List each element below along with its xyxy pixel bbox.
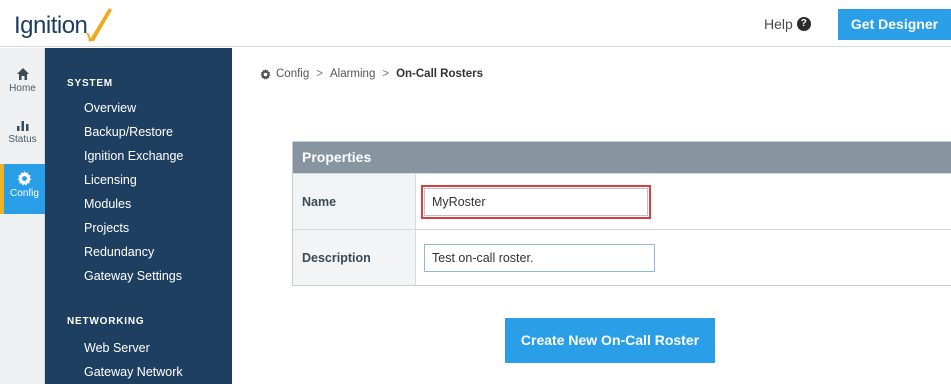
properties-title: Properties: [293, 142, 951, 173]
bar-chart-icon: [16, 121, 28, 131]
nav-item-backup-restore[interactable]: Backup/Restore: [84, 122, 173, 142]
description-row: Description: [293, 229, 951, 285]
rail-label-home: Home: [9, 83, 36, 94]
logo-swoosh-icon: [86, 8, 113, 42]
question-circle-icon: ?: [796, 17, 811, 31]
gear-icon: [260, 68, 271, 80]
nav-heading-networking: NETWORKING: [67, 316, 145, 327]
home-icon: [16, 68, 29, 80]
create-roster-button[interactable]: Create New On-Call Roster: [505, 318, 715, 363]
breadcrumb-separator: >: [382, 68, 390, 80]
nav-item-web-server[interactable]: Web Server: [84, 338, 150, 358]
breadcrumb-current: On-Call Rosters: [396, 68, 483, 80]
left-rail: Home Status Config: [0, 48, 45, 384]
help-link[interactable]: Help ?: [764, 15, 811, 33]
logo-text: Ignition: [14, 12, 88, 39]
nav-item-licensing[interactable]: Licensing: [84, 170, 137, 190]
rail-item-config[interactable]: Config: [0, 164, 45, 214]
nav-item-overview[interactable]: Overview: [84, 98, 136, 118]
rail-label-config: Config: [10, 188, 39, 199]
ignition-logo[interactable]: Ignition: [14, 5, 115, 43]
name-label: Name: [293, 174, 416, 229]
top-bar: Ignition Help ? Get Designer: [0, 0, 951, 47]
rail-item-status[interactable]: Status: [0, 113, 45, 161]
help-label: Help: [764, 16, 793, 32]
breadcrumb: Config > Alarming > On-Call Rosters: [260, 66, 483, 82]
rail-item-home[interactable]: Home: [0, 62, 45, 110]
breadcrumb-config[interactable]: Config: [276, 68, 309, 80]
nav-item-gateway-settings[interactable]: Gateway Settings: [84, 266, 182, 286]
name-input[interactable]: [421, 185, 651, 219]
nav-item-modules[interactable]: Modules: [84, 194, 131, 214]
breadcrumb-separator: >: [316, 68, 323, 80]
nav-item-projects[interactable]: Projects: [84, 218, 129, 238]
nav-heading-system: SYSTEM: [67, 78, 113, 89]
breadcrumb-alarming[interactable]: Alarming: [330, 68, 375, 80]
nav-item-ignition-exchange[interactable]: Ignition Exchange: [84, 146, 183, 166]
gear-icon: [17, 171, 32, 186]
nav-item-redundancy[interactable]: Redundancy: [84, 242, 154, 262]
description-input[interactable]: [424, 244, 655, 272]
rail-label-status: Status: [8, 134, 37, 145]
properties-panel: Properties Name Description: [292, 141, 951, 286]
side-nav: SYSTEM Overview Backup/Restore Ignition …: [45, 48, 232, 384]
get-designer-button[interactable]: Get Designer: [838, 9, 951, 40]
description-label: Description: [293, 230, 416, 285]
name-row: Name: [293, 173, 951, 229]
nav-item-gateway-network[interactable]: Gateway Network: [84, 362, 183, 382]
